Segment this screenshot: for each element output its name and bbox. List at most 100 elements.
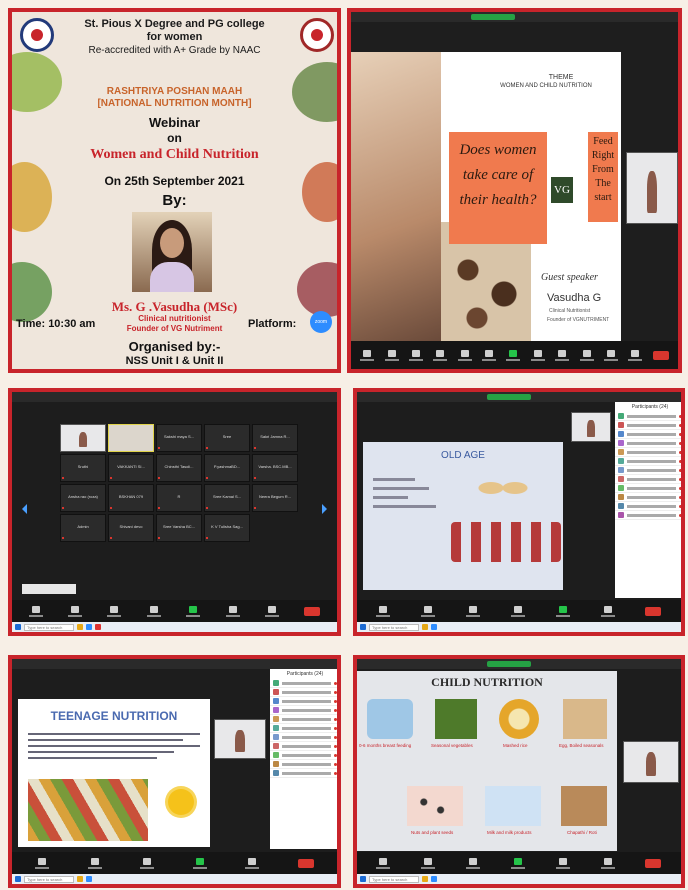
participant-tile[interactable]: Sakri Jamna R...	[252, 424, 298, 452]
taskbar-search[interactable]: Type here to search	[24, 875, 74, 883]
video-button[interactable]	[421, 857, 436, 869]
participant-tile[interactable]: Varsha. BSC.MB...	[252, 454, 298, 482]
participant-tile[interactable]: Admin	[60, 514, 106, 542]
file-explorer-icon[interactable]	[77, 624, 83, 630]
reactions-button[interactable]	[264, 605, 279, 617]
share-screen-button[interactable]	[506, 349, 521, 361]
windows-taskbar: Type here to search	[12, 874, 337, 884]
windows-start-icon[interactable]	[15, 876, 21, 882]
video-button[interactable]	[87, 857, 102, 869]
share-screen-button[interactable]	[186, 605, 201, 617]
file-explorer-icon[interactable]	[77, 876, 83, 882]
zoom-app-icon[interactable]	[431, 624, 437, 630]
more-button[interactable]	[628, 349, 643, 361]
polls-button[interactable]	[457, 349, 472, 361]
bone-illustration	[473, 468, 533, 508]
speaker-video-thumbnail[interactable]	[571, 412, 611, 442]
muted-mic-icon	[254, 447, 256, 449]
windows-start-icon[interactable]	[360, 624, 366, 630]
share-screen-button[interactable]	[192, 857, 207, 869]
participant-name: Sakshi maya S...	[163, 434, 194, 439]
event-line2: [NATIONAL NUTRITION MONTH]	[97, 98, 252, 109]
host-video-tile[interactable]	[60, 424, 106, 452]
security-button[interactable]	[408, 349, 423, 361]
mute-button[interactable]	[360, 349, 375, 361]
participant-tile[interactable]: Shivani devo	[108, 514, 154, 542]
speaker-video-thumbnail[interactable]	[623, 741, 679, 783]
shared-poster-tile[interactable]	[108, 424, 154, 452]
participant-tile[interactable]: Sree Varsha BC...	[156, 514, 202, 542]
mute-button[interactable]	[35, 857, 50, 869]
video-button[interactable]	[384, 349, 399, 361]
speaker-video-thumbnail[interactable]	[626, 152, 678, 224]
participant-tile[interactable]: Sree	[204, 424, 250, 452]
college-name-line2: for women	[146, 31, 203, 43]
share-screen-button[interactable]	[555, 605, 570, 617]
end-meeting-button[interactable]	[645, 858, 662, 868]
participants-button[interactable]	[140, 857, 155, 869]
record-button[interactable]	[530, 349, 545, 361]
video-button[interactable]	[421, 605, 436, 617]
gallery-next-arrow[interactable]	[322, 504, 327, 514]
record-button[interactable]	[555, 857, 570, 869]
participants-button[interactable]	[433, 349, 448, 361]
share-screen-button[interactable]	[510, 857, 525, 869]
zoom-app-icon[interactable]	[431, 876, 437, 882]
participants-button[interactable]	[107, 605, 122, 617]
participant-tile[interactable]: P.yashmaBD...	[204, 454, 250, 482]
chat-button[interactable]	[482, 349, 497, 361]
record-button[interactable]	[225, 605, 240, 617]
zoom-app-icon[interactable]	[86, 624, 92, 630]
participant-tile[interactable]: VAKKANTI SI...	[108, 454, 154, 482]
webinar-label: Webinar	[148, 115, 201, 130]
seeds-image	[407, 786, 463, 826]
mute-button[interactable]	[376, 605, 391, 617]
mute-button[interactable]	[28, 605, 43, 617]
end-meeting-button[interactable]	[645, 606, 662, 616]
breakout-rooms-button[interactable]	[555, 349, 570, 361]
gallery-prev-arrow[interactable]	[22, 504, 27, 514]
participant-tile[interactable]: Ansha rao (roza)	[60, 484, 106, 512]
bullet-lines	[28, 729, 200, 763]
participant-tile[interactable]: Sree Kamal S...	[204, 484, 250, 512]
participant-tile[interactable]: BSKHAN 079	[108, 484, 154, 512]
participant-tile[interactable]: K V Tulisha Sag...	[204, 514, 250, 542]
record-button[interactable]	[600, 605, 615, 617]
zoom-window-theme-slide: THEME WOMEN AND CHILD NUTRITION Does wom…	[347, 8, 682, 373]
shared-slide: OLD AGE	[363, 442, 563, 590]
taskbar-search[interactable]: Type here to search	[24, 623, 74, 631]
taskbar-search[interactable]: Type here to search	[369, 875, 419, 883]
participant-tile[interactable]: Neera Begum R...	[252, 484, 298, 512]
video-button[interactable]	[68, 605, 83, 617]
windows-start-icon[interactable]	[360, 876, 366, 882]
participants-button[interactable]	[466, 857, 481, 869]
muted-mic-icon	[62, 507, 64, 509]
participant-tile[interactable]: Sakshi maya S...	[156, 424, 202, 452]
participants-button[interactable]	[466, 605, 481, 617]
end-meeting-button[interactable]	[652, 350, 669, 360]
speaker-video-thumbnail[interactable]	[214, 719, 266, 759]
participant-tile[interactable]: R	[156, 484, 202, 512]
participant-name: Neera Begum R...	[258, 494, 291, 499]
chat-button[interactable]	[146, 605, 161, 617]
apps-button[interactable]	[603, 349, 618, 361]
file-explorer-icon[interactable]	[422, 624, 428, 630]
mute-button[interactable]	[376, 857, 391, 869]
chat-popup[interactable]	[22, 584, 76, 594]
muted-mic-icon	[254, 507, 256, 509]
zoom-toolbar	[357, 852, 681, 874]
record-button[interactable]	[245, 857, 260, 869]
chat-button[interactable]	[510, 605, 525, 617]
reactions-button[interactable]	[600, 857, 615, 869]
zoom-app-icon[interactable]	[86, 876, 92, 882]
webinar-poster: St. Pious X Degree and PG college for wo…	[8, 8, 341, 373]
windows-start-icon[interactable]	[15, 624, 21, 630]
participant-tile[interactable]: Sruthi	[60, 454, 106, 482]
reactions-button[interactable]	[579, 349, 594, 361]
end-meeting-button[interactable]	[297, 858, 314, 868]
chrome-icon[interactable]	[95, 624, 101, 630]
end-meeting-button[interactable]	[304, 606, 321, 616]
taskbar-search[interactable]: Type here to search	[369, 623, 419, 631]
file-explorer-icon[interactable]	[422, 876, 428, 882]
participant-tile[interactable]: Chinsthi Tasoli...	[156, 454, 202, 482]
